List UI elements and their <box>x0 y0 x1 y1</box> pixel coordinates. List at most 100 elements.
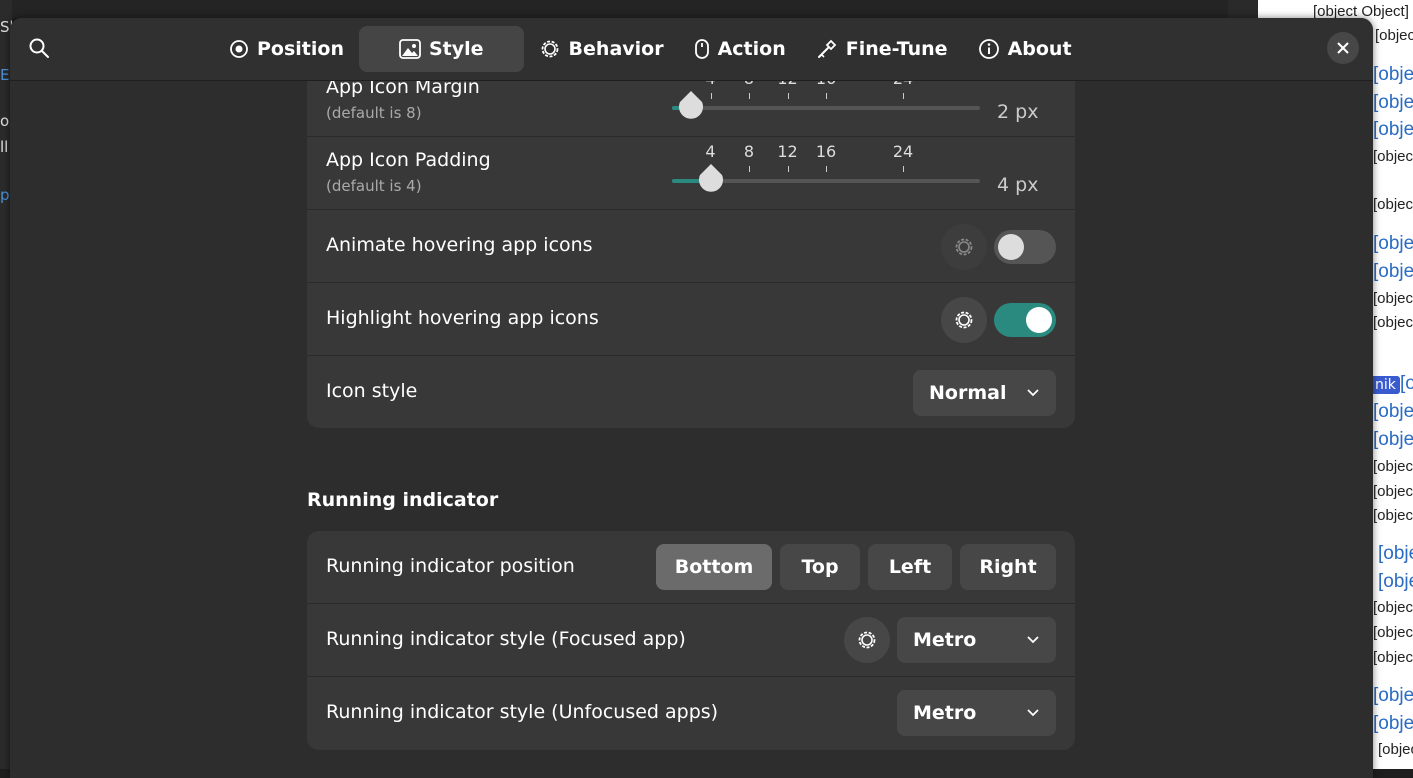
gear-icon <box>955 238 973 256</box>
gear-icon <box>955 311 973 329</box>
slider-knob[interactable] <box>698 163 724 195</box>
mouse-icon <box>694 39 709 59</box>
tab-position[interactable]: Position <box>214 26 359 72</box>
bg-right-text: [object Object] <box>1373 483 1413 500</box>
bg-right-text: [object Object] <box>1400 373 1413 394</box>
bg-right-text: [object Object] <box>1373 314 1413 331</box>
bg-right-text: [object Object] <box>1373 713 1413 734</box>
bg-right-text: [object Object] <box>1373 599 1413 616</box>
button-label: Right <box>979 556 1037 578</box>
animate-hovering-switch[interactable] <box>994 230 1056 264</box>
focused-style-settings-button[interactable] <box>844 617 890 663</box>
bg-right-text: [object Object] <box>1373 233 1413 254</box>
slider-tick <box>787 166 789 172</box>
tab-bar: Position Style Behavior Action Fine-Tune… <box>214 26 1087 72</box>
search-icon <box>29 38 49 58</box>
slider-mark-label: 4 <box>705 142 716 161</box>
chevron-down-icon <box>1027 389 1039 397</box>
highlight-hovering-switch[interactable] <box>994 303 1056 337</box>
tab-label: About <box>1007 38 1072 60</box>
row-title: Running indicator style (Focused app) <box>326 628 686 650</box>
bg-left-text: p <box>0 186 10 204</box>
bg-right-text: [object Object] <box>1373 196 1413 213</box>
slider-mark-label: 12 <box>777 142 798 161</box>
bg-left-text: E <box>0 66 10 84</box>
slider-tick <box>710 93 712 99</box>
row-subtitle: (default is 8) <box>326 104 422 122</box>
bg-right-text: [object Object] <box>1373 401 1413 422</box>
tab-label: Fine-Tune <box>845 38 948 60</box>
settings-content: App Icon Margin (default is 8) 48121624 … <box>10 64 1373 778</box>
bg-right-text: [object Object] <box>1378 741 1413 758</box>
bg-right-text: [object Object] <box>1373 92 1413 113</box>
button-label: Bottom <box>674 556 754 578</box>
position-right-button[interactable]: Right <box>960 544 1056 590</box>
tab-label: Style <box>428 38 484 60</box>
running-indicator-card: Running indicator position Bottom Top Le… <box>307 531 1075 750</box>
tab-style[interactable]: Style <box>358 26 524 72</box>
bg-right-text: [object Object] <box>1373 649 1413 666</box>
tab-action[interactable]: Action <box>679 26 801 72</box>
row-subtitle: (default is 4) <box>326 177 422 195</box>
position-left-button[interactable]: Left <box>868 544 952 590</box>
search-button[interactable] <box>24 33 54 63</box>
position-bottom-button[interactable]: Bottom <box>656 544 772 590</box>
settings-dialog: Position Style Behavior Action Fine-Tune… <box>10 18 1373 778</box>
position-top-button[interactable]: Top <box>780 544 860 590</box>
button-label: Top <box>801 556 839 578</box>
row-title: Animate hovering app icons <box>326 234 593 256</box>
position-icon <box>230 40 248 58</box>
slider-value: 4 px <box>997 174 1039 196</box>
close-button[interactable] <box>1327 32 1359 64</box>
row-title: Running indicator position <box>326 555 575 577</box>
bg-right-text: [object Object] <box>1373 429 1413 450</box>
slider-tick <box>903 166 904 172</box>
bg-right-text: [object Object] <box>1373 119 1413 140</box>
slider-tick <box>749 166 750 172</box>
icon-style-dropdown[interactable]: Normal <box>913 370 1056 416</box>
dropdown-value: Metro <box>913 702 977 724</box>
slider-mark-label: 24 <box>892 142 914 161</box>
bg-right-text: [object Object] <box>1378 571 1413 592</box>
slider-value: 2 px <box>997 101 1039 123</box>
slider-knob[interactable] <box>678 90 704 122</box>
row-title: Icon style <box>326 380 418 402</box>
bg-right-text: [object Object] <box>1373 685 1413 706</box>
animate-settings-button[interactable] <box>941 224 987 270</box>
animate-hovering-row: Animate hovering app icons <box>307 210 1075 283</box>
bg-right-text: [object Object] <box>1378 543 1413 564</box>
chevron-down-icon <box>1027 709 1039 717</box>
tab-behavior[interactable]: Behavior <box>524 26 679 72</box>
chevron-down-icon <box>1027 636 1039 644</box>
header-bar: Position Style Behavior Action Fine-Tune… <box>10 18 1373 81</box>
focused-style-dropdown[interactable]: Metro <box>897 617 1056 663</box>
bg-right-badge: nik <box>1371 376 1400 394</box>
tab-about[interactable]: About <box>963 26 1087 72</box>
image-icon <box>399 39 421 59</box>
slider-track[interactable] <box>672 106 980 110</box>
highlight-settings-button[interactable] <box>941 297 987 343</box>
gear-icon <box>541 40 558 58</box>
slider-tick <box>826 166 827 172</box>
info-icon <box>978 39 999 59</box>
running-position-row: Running indicator position Bottom Top Le… <box>307 531 1075 604</box>
slider-mark-label: 8 <box>743 142 755 161</box>
bg-right-text: [object Object] <box>1373 507 1413 524</box>
tab-label: Behavior <box>568 38 664 60</box>
tab-fine-tune[interactable]: Fine-Tune <box>801 26 963 72</box>
app-icon-padding-row: App Icon Padding (default is 4) 4 8 12 16 24… <box>307 137 1075 210</box>
slider-tick <box>826 93 827 99</box>
slider-mark-label: 16 <box>815 142 837 161</box>
dropdown-value: Normal <box>929 382 1007 404</box>
bg-right-text: [object Object] <box>1373 148 1413 165</box>
unfocused-style-dropdown[interactable]: Metro <box>897 690 1056 736</box>
icon-settings-card: App Icon Margin (default is 8) 48121624 … <box>307 64 1075 428</box>
close-icon <box>1337 42 1349 54</box>
bg-right-text: [object Object] <box>1375 27 1413 44</box>
app-icon-padding-slider[interactable]: 4 8 12 16 24 <box>672 137 980 192</box>
background-top-strip <box>0 0 1413 18</box>
row-title: Highlight hovering app icons <box>326 307 599 329</box>
switch-thumb <box>1026 307 1052 333</box>
running-indicator-heading: Running indicator <box>307 489 499 511</box>
switch-thumb <box>998 234 1024 260</box>
